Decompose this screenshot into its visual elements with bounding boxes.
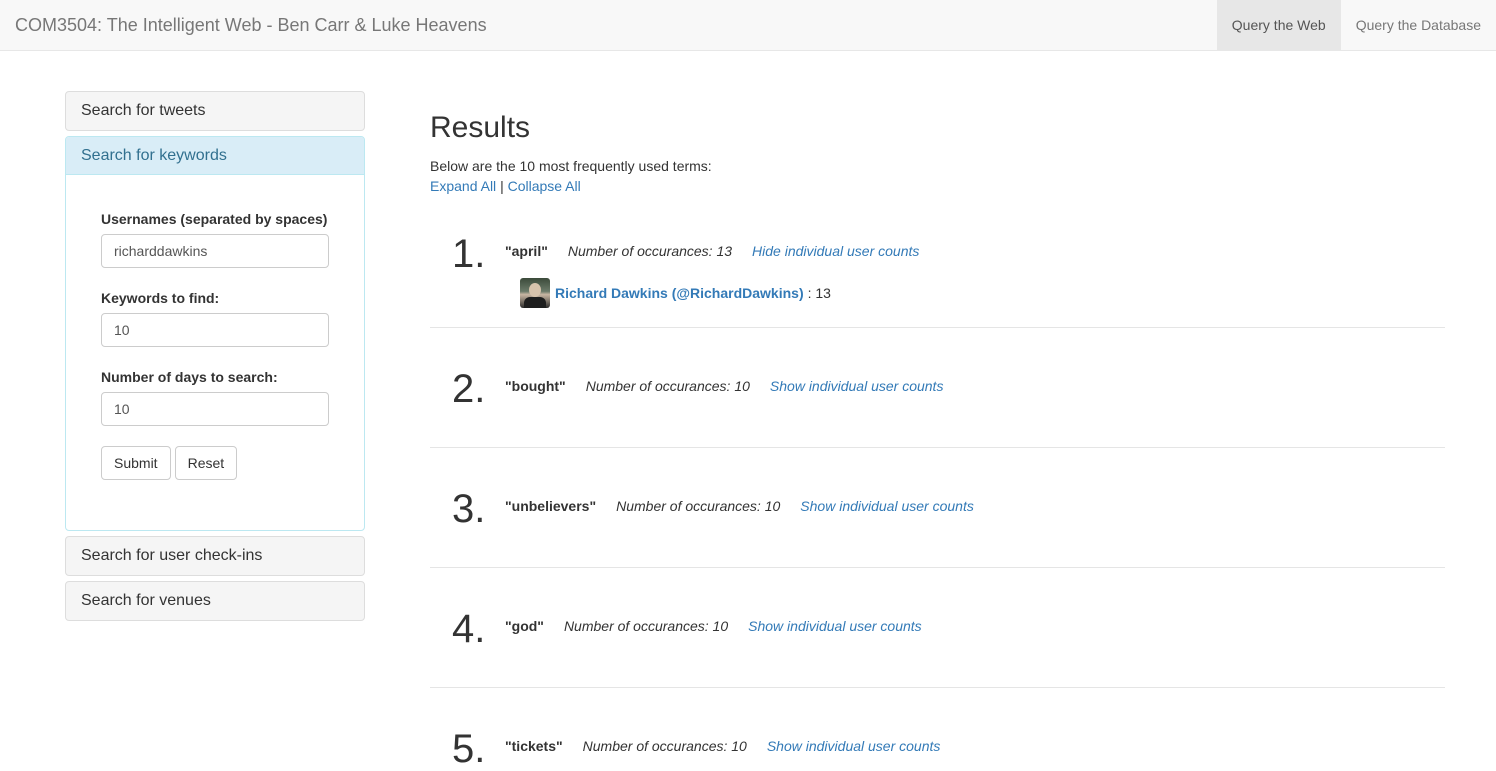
toggle-user-counts-link[interactable]: Show individual user counts xyxy=(748,618,922,634)
toggle-user-counts-link[interactable]: Show individual user counts xyxy=(770,378,944,394)
result-rank: 2. xyxy=(452,367,486,411)
usernames-label: Usernames (separated by spaces) xyxy=(101,211,328,227)
panel-search-checkins: Search for user check-ins xyxy=(65,536,365,576)
result-row: "bought" Number of occurances: 10 Show i… xyxy=(505,378,943,394)
result-item: 4. "god" Number of occurances: 10 Show i… xyxy=(430,568,1445,688)
nav-menu: Query the Web Query the Database xyxy=(1216,0,1496,50)
result-row: "tickets" Number of occurances: 10 Show … xyxy=(505,738,940,754)
user-count: : 13 xyxy=(807,285,831,301)
expand-all-link[interactable]: Expand All xyxy=(430,178,496,194)
result-term: "unbelievers" xyxy=(505,498,597,514)
reset-button[interactable]: Reset xyxy=(174,446,238,480)
result-occurrences: Number of occurances: 13 xyxy=(567,243,733,259)
keywords-label: Keywords to find: xyxy=(101,290,220,306)
user-count-row: Richard Dawkins (@RichardDawkins) : 13 xyxy=(520,278,831,308)
keywords-input[interactable] xyxy=(101,313,329,347)
toggle-user-counts-link[interactable]: Show individual user counts xyxy=(767,738,941,754)
navbar: COM3504: The Intelligent Web - Ben Carr … xyxy=(0,0,1496,51)
result-rank: 3. xyxy=(452,487,486,531)
link-separator: | xyxy=(500,178,504,194)
results-intro: Below are the 10 most frequently used te… xyxy=(430,158,712,174)
form-buttons: Submit Reset xyxy=(101,446,329,480)
panel-search-tweets: Search for tweets xyxy=(65,91,365,131)
result-item: 3. "unbelievers" Number of occurances: 1… xyxy=(430,448,1445,568)
collapse-all-link[interactable]: Collapse All xyxy=(508,178,581,194)
toggle-user-counts-link[interactable]: Show individual user counts xyxy=(800,498,974,514)
result-item: 2. "bought" Number of occurances: 10 Sho… xyxy=(430,328,1445,448)
result-occurrences: Number of occurances: 10 xyxy=(582,738,747,754)
user-profile-link[interactable]: Richard Dawkins (@RichardDawkins) xyxy=(555,285,804,301)
expand-collapse-links: Expand All | Collapse All xyxy=(430,176,1445,196)
result-occurrences: Number of occurances: 10 xyxy=(616,498,781,514)
result-occurrences: Number of occurances: 10 xyxy=(585,378,750,394)
result-rank: 4. xyxy=(452,607,486,651)
result-rank: 1. xyxy=(452,232,486,276)
days-label: Number of days to search: xyxy=(101,369,278,385)
search-accordion: Search for tweets Search for keywords Us… xyxy=(65,91,365,626)
submit-button[interactable]: Submit xyxy=(101,446,171,480)
result-item: 1. "april" Number of occurances: 13 Hide… xyxy=(430,208,1445,328)
panel-heading-search-tweets[interactable]: Search for tweets xyxy=(66,92,364,130)
avatar[interactable] xyxy=(520,278,550,308)
usernames-input[interactable] xyxy=(101,234,329,268)
toggle-user-counts-link[interactable]: Hide individual user counts xyxy=(752,243,919,259)
app-title[interactable]: COM3504: The Intelligent Web - Ben Carr … xyxy=(15,15,487,35)
panel-search-keywords: Search for keywords Usernames (separated… xyxy=(65,136,365,531)
panel-search-venues: Search for venues xyxy=(65,581,365,621)
result-term: "god" xyxy=(505,618,544,634)
result-item: 5. "tickets" Number of occurances: 10 Sh… xyxy=(430,688,1445,769)
results-section: Results Below are the 10 most frequently… xyxy=(430,110,1445,196)
result-row: "april" Number of occurances: 13 Hide in… xyxy=(505,243,919,259)
nav-query-database[interactable]: Query the Database xyxy=(1341,0,1496,50)
result-row: "god" Number of occurances: 10 Show indi… xyxy=(505,618,922,634)
days-input[interactable] xyxy=(101,392,329,426)
result-occurrences: Number of occurances: 10 xyxy=(563,618,729,634)
results-list: 1. "april" Number of occurances: 13 Hide… xyxy=(430,208,1445,769)
result-rank: 5. xyxy=(452,727,486,771)
keyword-search-form: Usernames (separated by spaces) Keywords… xyxy=(66,175,364,530)
nav-query-web[interactable]: Query the Web xyxy=(1216,0,1341,50)
result-row: "unbelievers" Number of occurances: 10 S… xyxy=(505,498,974,514)
result-term: "april" xyxy=(505,243,548,259)
panel-heading-search-checkins[interactable]: Search for user check-ins xyxy=(66,537,364,575)
result-term: "bought" xyxy=(505,378,566,394)
result-term: "tickets" xyxy=(505,738,563,754)
panel-heading-search-venues[interactable]: Search for venues xyxy=(66,582,364,620)
panel-heading-search-keywords[interactable]: Search for keywords xyxy=(66,137,364,175)
page-title: Results xyxy=(430,111,531,144)
